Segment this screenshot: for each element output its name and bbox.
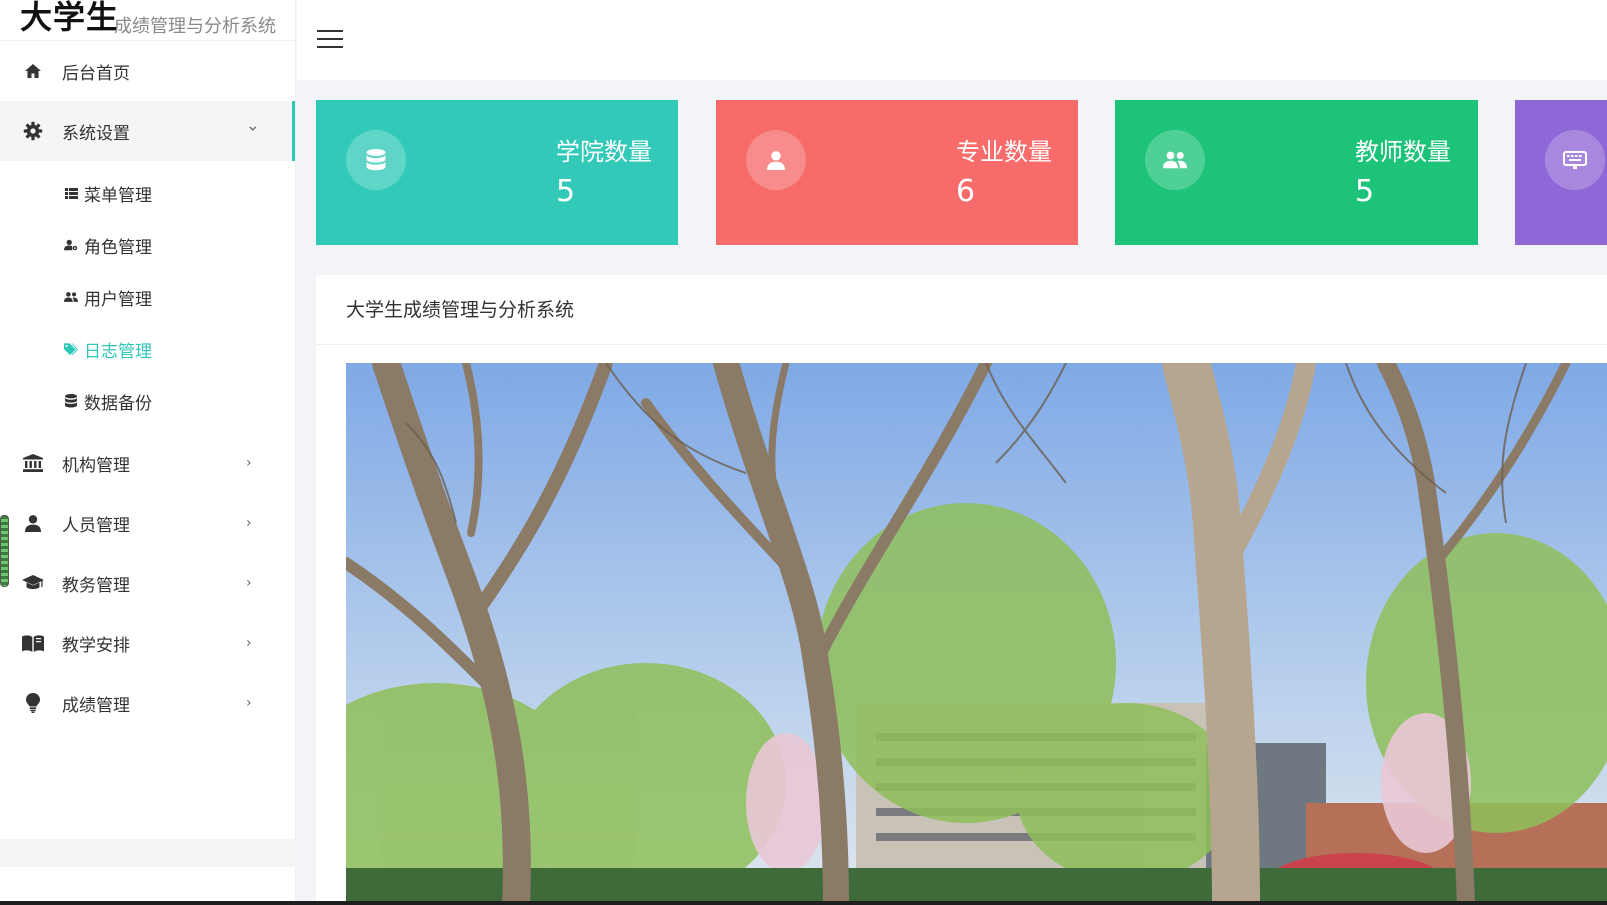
sidebar-item-label: 后台首页 — [62, 63, 130, 84]
stat-card-label: 专业数量 — [956, 138, 1052, 166]
sidebar-item-label: 机构管理 — [62, 455, 130, 476]
sidebar-subitem-label: 用户管理 — [84, 289, 152, 310]
sidebar-subitem-backup[interactable]: 数据备份 — [0, 375, 295, 427]
stat-card-colleges[interactable]: 学院数量 5 — [316, 100, 678, 245]
app-root: 大学生 成绩管理与分析系统 后台首页 系统设置 ⌄ 菜单管理 角色管理 用户管理… — [0, 0, 1607, 905]
campus-photo-illustration — [346, 363, 1607, 905]
stat-card-label: 教师数量 — [1355, 138, 1451, 166]
sidebar-item-label: 成绩管理 — [62, 695, 130, 716]
institution-icon — [22, 452, 44, 474]
sidebar-item-institution[interactable]: 机构管理 › — [0, 433, 295, 493]
home-icon — [22, 60, 44, 82]
sidebar: 大学生 成绩管理与分析系统 后台首页 系统设置 ⌄ 菜单管理 角色管理 用户管理… — [0, 0, 296, 905]
chevron-right-icon: › — [246, 635, 252, 651]
stat-card-value: 6 — [956, 174, 976, 209]
sidebar-item-label: 教务管理 — [62, 575, 130, 596]
sidebar-item-label: 人员管理 — [62, 515, 130, 536]
stat-card-teachers[interactable]: 教师数量 5 — [1115, 100, 1478, 245]
sidebar-item-label: 教学安排 — [62, 635, 130, 656]
chevron-right-icon: › — [246, 455, 252, 471]
user-cog-icon — [64, 238, 78, 252]
users-icon — [64, 290, 78, 304]
user-icon — [746, 130, 806, 190]
sidebar-subitem-label: 数据备份 — [84, 393, 152, 414]
sidebar-subitem-label: 日志管理 — [84, 341, 152, 362]
sidebar-item-grades[interactable]: 成绩管理 › — [0, 673, 295, 733]
stat-card-value: 5 — [556, 174, 576, 209]
chevron-right-icon: › — [246, 575, 252, 591]
sidebar-item-personnel[interactable]: 人员管理 › — [0, 493, 295, 553]
chevron-right-icon: › — [246, 695, 252, 711]
database-icon — [346, 130, 406, 190]
scroll-indicator[interactable] — [0, 515, 9, 587]
sidebar-subitem-menu[interactable]: 菜单管理 — [0, 167, 295, 219]
campus-photo — [346, 363, 1607, 905]
content-panel: 大学生成绩管理与分析系统 — [316, 275, 1607, 905]
logo-main-text: 大学生 — [20, 0, 120, 36]
sidebar-subitem-log[interactable]: 日志管理 — [0, 323, 295, 375]
logo[interactable]: 大学生 成绩管理与分析系统 — [0, 0, 295, 41]
list-icon — [64, 186, 78, 200]
stat-card-label: 学院数量 — [556, 138, 652, 166]
users-icon — [1145, 130, 1205, 190]
gear-icon — [22, 120, 44, 142]
submenu-system-settings: 菜单管理 角色管理 用户管理 日志管理 数据备份 — [0, 161, 295, 433]
book-icon — [22, 632, 44, 654]
sidebar-footer — [0, 839, 296, 867]
sidebar-item-home[interactable]: 后台首页 — [0, 41, 295, 101]
user-icon — [22, 512, 44, 534]
logo-sub-text: 成绩管理与分析系统 — [114, 16, 276, 37]
sidebar-subitem-label: 菜单管理 — [84, 185, 152, 206]
chevron-right-icon: › — [246, 515, 252, 531]
stat-card-value: 5 — [1355, 174, 1375, 209]
stat-card-fourth[interactable] — [1515, 100, 1607, 245]
sidebar-subitem-label: 角色管理 — [84, 237, 152, 258]
graduation-cap-icon — [22, 572, 44, 594]
stat-card-majors[interactable]: 专业数量 6 — [716, 100, 1078, 245]
hamburger-menu-icon[interactable] — [317, 30, 343, 50]
chevron-down-icon: ⌄ — [246, 115, 260, 135]
database-icon — [64, 394, 78, 408]
sidebar-item-label: 系统设置 — [62, 123, 130, 144]
lightbulb-icon — [22, 692, 44, 714]
sidebar-item-system-settings[interactable]: 系统设置 ⌄ — [0, 101, 295, 161]
sidebar-subitem-user[interactable]: 用户管理 — [0, 271, 295, 323]
sidebar-item-teaching[interactable]: 教学安排 › — [0, 613, 295, 673]
topbar — [297, 0, 1607, 80]
bottom-border — [0, 901, 1607, 905]
sidebar-subitem-role[interactable]: 角色管理 — [0, 219, 295, 271]
sidebar-item-academic[interactable]: 教务管理 › — [0, 553, 295, 613]
panel-title: 大学生成绩管理与分析系统 — [316, 275, 1607, 345]
tag-icon — [64, 342, 78, 356]
keyboard-icon — [1545, 130, 1605, 190]
